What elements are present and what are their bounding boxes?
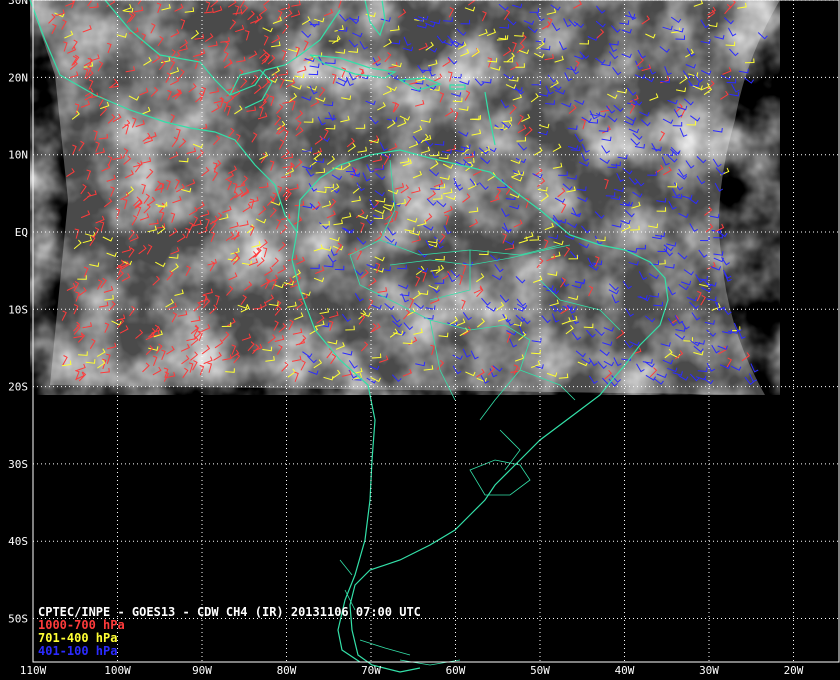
map-canvas: 110W 100W 90W 80W 70W 60W 50W 40W 30W 20W 30N 20N 10… [8, 0, 840, 677]
legend-high: 401-100 hPa [38, 644, 117, 658]
lat-label: 10N [8, 149, 28, 162]
lon-label: 50W [530, 664, 550, 677]
lat-label: 20N [8, 71, 28, 84]
lat-label: 20S [8, 381, 28, 394]
map-caption: CPTEC/INPE - GOES13 - CDW CH4 (IR) 20131… [38, 605, 421, 658]
legend-low: 1000-700 hPa [38, 618, 125, 632]
lat-label: 30N [8, 0, 28, 7]
lon-label: 60W [446, 664, 466, 677]
uruguay-region [469, 459, 531, 496]
lon-label: 90W [192, 664, 212, 677]
legend-mid: 701-400 hPa [38, 631, 117, 645]
lon-label: 100W [104, 664, 131, 677]
lat-label: 40S [8, 535, 28, 548]
lon-label: 20W [784, 664, 804, 677]
lat-label: EQ [15, 226, 28, 239]
lon-label: 30W [699, 664, 719, 677]
satellite-imagery [30, 0, 780, 395]
lon-label: 40W [615, 664, 635, 677]
wind-barb [743, 77, 755, 84]
lon-label: 80W [277, 664, 297, 677]
lat-label: 30S [8, 458, 28, 471]
wind-barb [738, 329, 746, 339]
lat-label: 50S [8, 613, 28, 626]
lat-label: 10S [8, 303, 28, 316]
lon-label: 70W [361, 664, 381, 677]
map-title: CPTEC/INPE - GOES13 - CDW CH4 (IR) 20131… [38, 605, 421, 619]
lon-label: 110W [20, 664, 47, 677]
cloud-texture [30, 0, 780, 395]
map-view: 110W 100W 90W 80W 70W 60W 50W 40W 30W 20W 30N 20N 10… [0, 0, 840, 680]
